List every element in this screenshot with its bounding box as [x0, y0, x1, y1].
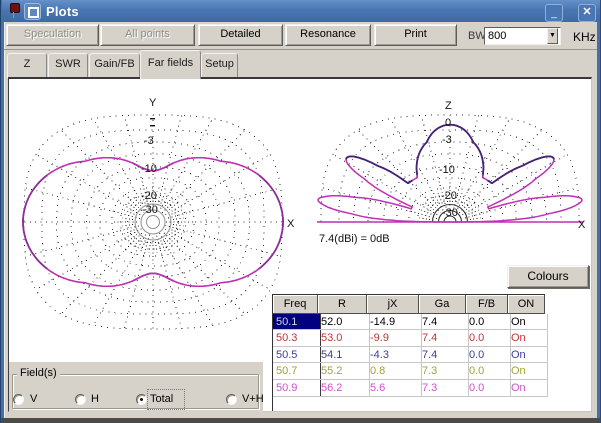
svg-text:Z: Z [445, 100, 452, 112]
svg-text:-20: -20 [141, 190, 157, 202]
svg-text:-3: -3 [442, 134, 452, 146]
svg-text:-30: -30 [442, 207, 458, 219]
svg-text:-30: -30 [142, 204, 158, 216]
svg-text:-10: -10 [439, 164, 455, 176]
svg-text:X: X [578, 219, 586, 231]
svg-text:0: 0 [445, 117, 451, 129]
svg-text:Y: Y [149, 97, 157, 109]
svg-text:-10: -10 [141, 163, 157, 175]
svg-text:-3: -3 [144, 135, 154, 147]
svg-text:7.4(dBi) = 0dB: 7.4(dBi) = 0dB [319, 233, 390, 245]
svg-text:-20: -20 [441, 190, 457, 202]
svg-text:X: X [287, 218, 295, 230]
